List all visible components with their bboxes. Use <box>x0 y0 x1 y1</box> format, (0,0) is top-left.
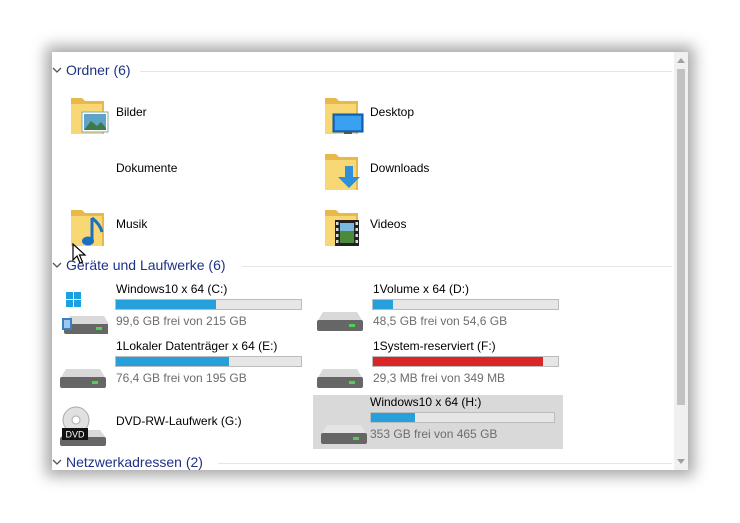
explorer-content-pane: Ordner (6) Bilder Desktop Dokumente Down… <box>52 52 688 470</box>
drive-free-space: 29,3 MB frei von 349 MB <box>373 371 506 385</box>
vertical-scrollbar[interactable] <box>674 52 688 470</box>
hard-drive-icon <box>317 369 363 388</box>
drive-item-h[interactable]: Windows10 x 64 (H:) 353 GB frei von 465 … <box>313 395 563 449</box>
folder-label: Musik <box>116 217 148 231</box>
group-title: Netzwerkadressen (2) <box>66 454 203 470</box>
scroll-up-arrow-icon[interactable] <box>674 52 688 68</box>
chevron-down-icon[interactable] <box>52 260 62 270</box>
drive-usage-fill <box>116 357 229 366</box>
group-divider <box>218 463 672 464</box>
drive-label: Windows10 x 64 (C:) <box>116 282 228 296</box>
scroll-down-arrow-icon[interactable] <box>674 454 688 470</box>
chevron-down-icon[interactable] <box>52 65 62 75</box>
videos-folder-icon <box>325 210 359 246</box>
drive-label: 1System-reserviert (F:) <box>373 339 496 353</box>
group-header-network[interactable]: Netzwerkadressen (2) <box>52 454 672 470</box>
dvd-badge: DVD <box>65 430 85 440</box>
this-pc-view: Ordner (6) Bilder Desktop Dokumente Down… <box>52 52 674 470</box>
drive-usage-bar <box>115 299 302 310</box>
group-divider <box>242 266 672 267</box>
drive-item-f[interactable]: 1System-reserviert (F:) 29,3 MB frei von… <box>309 339 559 393</box>
dvd-drive-icon: DVD <box>60 406 106 446</box>
group-header-devices[interactable]: Geräte und Laufwerke (6) <box>52 257 672 277</box>
folder-item-musik[interactable]: Musik <box>52 200 302 254</box>
folder-item-dokumente[interactable]: Dokumente <box>52 144 302 198</box>
drive-item-d[interactable]: 1Volume x 64 (D:) 48,5 GB frei von 54,6 … <box>309 282 559 336</box>
drive-item-e[interactable]: 1Lokaler Datenträger x 64 (E:) 76,4 GB f… <box>52 339 302 393</box>
drive-free-space: 76,4 GB frei von 195 GB <box>116 371 247 385</box>
folder-label: Videos <box>370 217 407 231</box>
pictures-folder-icon <box>71 98 109 134</box>
group-title: Geräte und Laufwerke (6) <box>66 257 226 273</box>
folder-label: Dokumente <box>116 161 178 175</box>
drive-label: 1Lokaler Datenträger x 64 (E:) <box>116 339 278 353</box>
folder-item-downloads[interactable]: Downloads <box>306 144 556 198</box>
folder-label: Desktop <box>370 105 415 119</box>
folder-item-bilder[interactable]: Bilder <box>52 88 302 142</box>
drive-usage-bar <box>115 356 302 367</box>
mouse-cursor-icon <box>72 243 87 264</box>
folder-item-videos[interactable]: Videos <box>306 200 556 254</box>
folder-label: Downloads <box>370 161 430 175</box>
system-drive-icon <box>62 292 108 334</box>
drive-free-space: 99,6 GB frei von 215 GB <box>116 314 247 328</box>
drive-usage-bar <box>372 356 559 367</box>
drive-usage-fill <box>116 300 216 309</box>
hard-drive-icon <box>321 425 367 444</box>
group-header-folders[interactable]: Ordner (6) <box>52 62 672 82</box>
drive-free-space: 48,5 GB frei von 54,6 GB <box>373 314 508 328</box>
downloads-folder-icon <box>325 154 360 190</box>
group-divider <box>140 71 672 72</box>
drive-label: Windows10 x 64 (H:) <box>370 395 482 409</box>
drive-item-c[interactable]: Windows10 x 64 (C:) 99,6 GB frei von 215… <box>52 282 302 336</box>
hard-drive-icon <box>60 369 106 388</box>
desktop-folder-icon <box>325 98 364 134</box>
group-title: Ordner (6) <box>66 62 131 78</box>
hard-drive-icon <box>317 312 363 331</box>
scrollbar-thumb[interactable] <box>677 69 685 405</box>
drive-label: 1Volume x 64 (D:) <box>373 282 470 296</box>
drive-usage-fill <box>373 357 544 366</box>
drive-usage-bar <box>372 299 559 310</box>
drive-usage-bar <box>370 412 555 423</box>
chevron-down-icon[interactable] <box>52 457 62 467</box>
folder-label: Bilder <box>116 105 147 119</box>
folder-item-desktop[interactable]: Desktop <box>306 88 556 142</box>
drive-label: DVD-RW-Laufwerk (G:) <box>116 414 242 428</box>
drive-usage-fill <box>371 413 415 422</box>
drive-free-space: 353 GB frei von 465 GB <box>370 427 498 441</box>
drive-usage-fill <box>373 300 394 309</box>
drive-item-g[interactable]: DVD DVD-RW-Laufwerk (G:) <box>52 396 302 450</box>
